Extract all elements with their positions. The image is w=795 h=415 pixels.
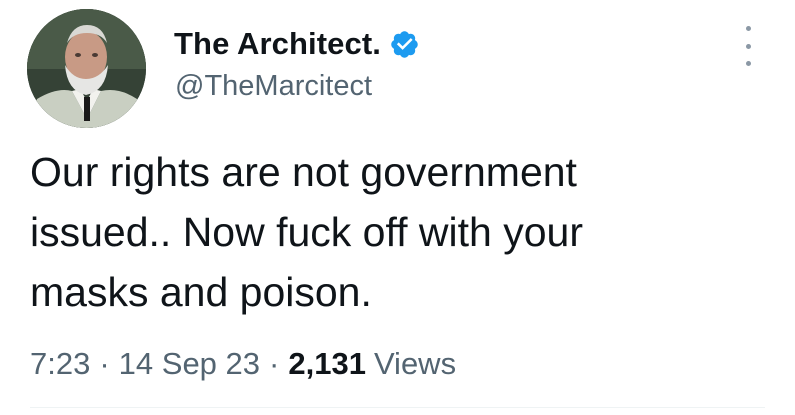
tweet-card: The Architect. @TheMarcitect Our rights …	[0, 0, 795, 415]
more-dot	[745, 26, 751, 31]
views-count: 2,131	[288, 346, 366, 381]
more-dot	[745, 61, 751, 66]
verified-badge-icon	[389, 29, 420, 60]
views-label: Views	[373, 346, 457, 381]
tweet-meta: 7:23 · 14 Sep 23 · 2,131 Views	[30, 342, 456, 386]
author-handle[interactable]: @TheMarcitect	[175, 70, 372, 103]
meta-separator: ·	[269, 346, 280, 381]
more-dot	[745, 43, 751, 49]
author-name-row[interactable]: The Architect.	[174, 22, 420, 66]
tweet-date[interactable]: 14 Sep 23	[119, 346, 260, 382]
avatar[interactable]	[27, 9, 146, 128]
tweet-time[interactable]: 7:23	[30, 346, 90, 382]
more-options-icon[interactable]	[736, 26, 760, 66]
avatar-photo	[27, 9, 146, 128]
divider	[30, 407, 765, 408]
tweet-text: Our rights are not government issued.. N…	[30, 149, 583, 315]
display-name[interactable]: The Architect.	[174, 26, 381, 62]
meta-separator: ·	[99, 346, 110, 381]
